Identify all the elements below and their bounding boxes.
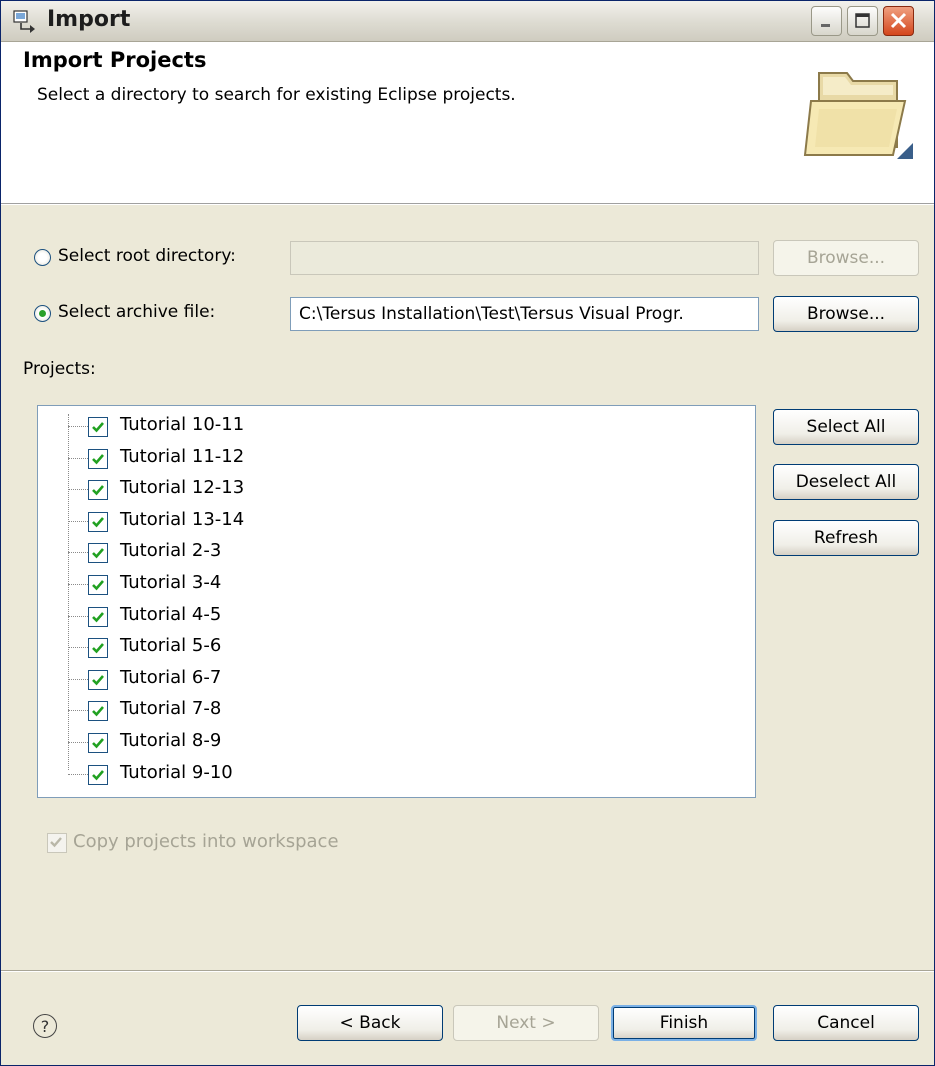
project-checkbox[interactable] — [88, 543, 108, 564]
project-row[interactable]: Tutorial 7-8 — [38, 695, 738, 726]
select-root-directory-radio[interactable] — [34, 249, 51, 266]
check-icon — [92, 611, 104, 623]
project-checkbox[interactable] — [88, 669, 108, 690]
back-button[interactable]: < Back — [297, 1005, 443, 1041]
next-button[interactable]: Next > — [453, 1005, 599, 1041]
project-checkbox[interactable] — [88, 764, 108, 785]
tree-branch-line — [68, 426, 88, 427]
page-description: Select a directory to search for existin… — [37, 85, 516, 105]
project-row[interactable]: Tutorial 8-9 — [38, 727, 738, 758]
project-name[interactable]: Tutorial 8-9 — [120, 730, 221, 751]
maximize-button[interactable] — [847, 6, 878, 36]
project-checkbox[interactable] — [88, 638, 108, 659]
project-row[interactable]: Tutorial 5-6 — [38, 632, 738, 663]
tree-branch-line — [68, 710, 88, 712]
finish-button[interactable]: Finish — [611, 1005, 757, 1041]
check-icon — [92, 674, 104, 686]
project-name[interactable]: Tutorial 4-5 — [120, 604, 221, 625]
projects-label: Projects: — [23, 359, 96, 379]
project-checkbox[interactable] — [88, 701, 108, 722]
project-name[interactable]: Tutorial 6-7 — [120, 667, 221, 688]
import-icon — [13, 10, 35, 33]
help-icon[interactable]: ? — [33, 1014, 57, 1038]
tree-branch-line — [68, 552, 88, 554]
tree-branch-line — [68, 647, 88, 649]
project-checkbox[interactable] — [88, 448, 108, 469]
header-divider — [1, 204, 934, 205]
project-name[interactable]: Tutorial 10-11 — [120, 414, 244, 435]
project-row[interactable]: Tutorial 10-11 — [38, 411, 738, 442]
close-button[interactable] — [883, 6, 914, 36]
project-checkbox[interactable] — [88, 575, 108, 595]
browse-root-directory-button[interactable]: Browse... — [773, 240, 919, 276]
project-name[interactable]: Tutorial 2-3 — [120, 540, 221, 561]
page-title: Import Projects — [23, 48, 207, 72]
project-row[interactable]: Tutorial 12-13 — [38, 474, 738, 505]
tree-branch-line — [68, 457, 88, 459]
tree-branch-line — [68, 742, 88, 743]
import-dialog: Import Import Projects Select a director… — [0, 0, 935, 1066]
check-icon — [92, 706, 104, 717]
maximize-icon — [855, 13, 870, 28]
project-name[interactable]: Tutorial 7-8 — [120, 698, 221, 719]
tree-branch-line — [68, 489, 88, 491]
title-bar[interactable]: Import — [1, 1, 934, 42]
check-icon — [92, 485, 104, 496]
check-icon — [92, 643, 104, 654]
project-row[interactable]: Tutorial 11-12 — [38, 443, 738, 474]
browse-archive-file-button[interactable]: Browse... — [773, 296, 919, 332]
close-icon — [890, 12, 907, 29]
project-row[interactable]: Tutorial 13-14 — [38, 506, 738, 537]
copy-projects-label[interactable]: Copy projects into workspace — [73, 831, 339, 852]
footer-divider-highlight — [1, 971, 934, 972]
project-row[interactable]: Tutorial 9-10 — [38, 759, 738, 790]
project-checkbox[interactable] — [88, 733, 108, 753]
project-checkbox[interactable] — [88, 511, 108, 532]
check-icon — [92, 516, 104, 528]
select-archive-file-radio[interactable] — [34, 305, 51, 322]
tree-branch-line — [68, 584, 88, 585]
select-all-button[interactable]: Select All — [773, 409, 919, 445]
project-checkbox[interactable] — [88, 417, 108, 437]
project-checkbox[interactable] — [88, 480, 108, 501]
check-icon — [50, 837, 62, 848]
project-checkbox[interactable] — [88, 606, 108, 627]
project-name[interactable]: Tutorial 13-14 — [120, 509, 244, 530]
project-name[interactable]: Tutorial 11-12 — [120, 446, 244, 467]
copy-projects-checkbox[interactable] — [47, 833, 67, 853]
cancel-button[interactable]: Cancel — [773, 1005, 919, 1041]
folder-open-icon — [803, 72, 913, 159]
select-archive-file-label[interactable]: Select archive file: — [58, 302, 215, 322]
window-title: Import — [47, 7, 131, 32]
deselect-all-button[interactable]: Deselect All — [773, 464, 919, 500]
select-root-directory-label[interactable]: Select root directory: — [58, 246, 236, 266]
check-icon — [92, 769, 104, 781]
check-icon — [92, 453, 104, 465]
tree-branch-line — [68, 615, 88, 617]
project-name[interactable]: Tutorial 3-4 — [120, 572, 221, 593]
tree-branch-line — [68, 773, 88, 775]
archive-file-input[interactable]: C:\Tersus Installation\Test\Tersus Visua… — [290, 297, 759, 331]
tree-branch-line — [68, 520, 88, 522]
project-row[interactable]: Tutorial 2-3 — [38, 537, 738, 568]
check-icon — [92, 548, 104, 559]
project-name[interactable]: Tutorial 5-6 — [120, 635, 221, 656]
check-icon — [92, 580, 104, 591]
project-name[interactable]: Tutorial 9-10 — [120, 762, 233, 783]
projects-tree[interactable]: Tutorial 10-11 Tutorial 11-12 Tutorial 12-… — [37, 405, 756, 798]
root-directory-input[interactable] — [290, 241, 759, 275]
project-row[interactable]: Tutorial 4-5 — [38, 601, 738, 632]
project-row[interactable]: Tutorial 6-7 — [38, 664, 738, 695]
minimize-button[interactable] — [811, 6, 842, 36]
check-icon — [92, 422, 104, 433]
minimize-icon — [821, 24, 830, 27]
refresh-button[interactable]: Refresh — [773, 520, 919, 556]
project-name[interactable]: Tutorial 12-13 — [120, 477, 244, 498]
project-row[interactable]: Tutorial 3-4 — [38, 569, 738, 600]
check-icon — [92, 738, 104, 749]
tree-branch-line — [68, 678, 88, 680]
